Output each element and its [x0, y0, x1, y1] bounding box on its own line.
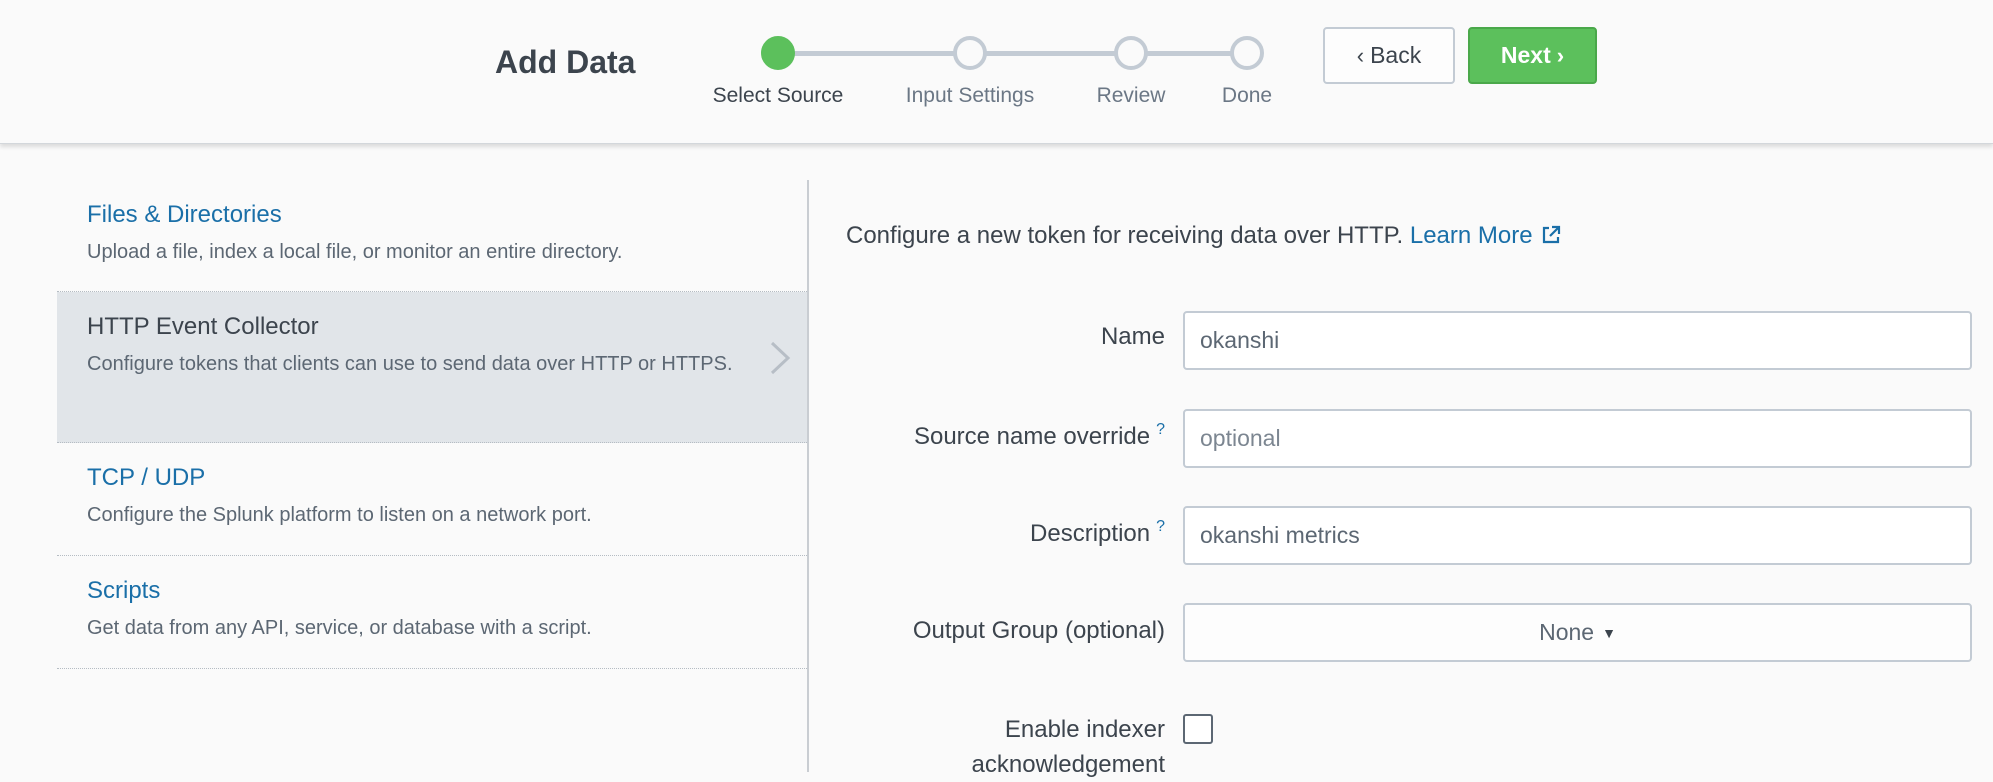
- caret-down-icon: ▼: [1602, 624, 1616, 641]
- source-item-title[interactable]: TCP / UDP: [87, 464, 205, 492]
- next-button[interactable]: Next ›: [1468, 27, 1597, 84]
- step-label-done: Done: [1221, 84, 1273, 107]
- back-button[interactable]: ‹ Back: [1323, 27, 1455, 84]
- intro-text: Configure a new token for receiving data…: [846, 222, 1561, 252]
- progress-track: [775, 51, 1247, 56]
- learn-more-label: Learn More: [1409, 222, 1533, 249]
- source-item-files-directories[interactable]: Files & Directories Upload a file, index…: [57, 180, 807, 292]
- back-button-label: Back: [1370, 42, 1422, 68]
- chevron-right-icon-svg: [770, 341, 791, 375]
- step-dot-review: [1114, 36, 1148, 70]
- source-name-override-input[interactable]: [1183, 409, 1972, 468]
- external-link-icon: [1541, 224, 1561, 252]
- source-item-description: Configure the Splunk platform to listen …: [87, 504, 592, 526]
- source-item-title[interactable]: HTTP Event Collector: [87, 313, 319, 341]
- output-group-select[interactable]: None ▼: [1183, 603, 1972, 662]
- indexer-ack-label-line1: Enable indexer: [1004, 716, 1165, 743]
- output-group-label: Output Group (optional): [912, 617, 1165, 644]
- name-label: Name: [1100, 323, 1165, 350]
- intro-description: Configure a new token for receiving data…: [846, 222, 1404, 249]
- source-item-http-event-collector[interactable]: HTTP Event Collector Configure tokens th…: [57, 292, 807, 443]
- source-item-description: Get data from any API, service, or datab…: [87, 617, 592, 639]
- learn-more-link[interactable]: Learn More: [1410, 222, 1561, 249]
- chevron-right-icon: ›: [1556, 42, 1565, 68]
- source-name-override-label-text: Source name override: [913, 423, 1151, 450]
- step-dot-input-settings: [953, 36, 987, 70]
- page-title: Add Data: [495, 44, 636, 80]
- step-label-input-settings: Input Settings: [905, 84, 1035, 107]
- source-list: Files & Directories Upload a file, index…: [57, 180, 809, 772]
- name-input[interactable]: [1183, 311, 1972, 370]
- description-label: Description?: [1030, 518, 1165, 548]
- source-item-title[interactable]: Scripts: [87, 577, 160, 605]
- page-header: Add Data Select Source Input Settings Re…: [0, 0, 1993, 144]
- step-dot-done: [1230, 36, 1264, 70]
- indexer-ack-label-line2: acknowledgement: [971, 751, 1165, 778]
- description-label-text: Description: [1030, 520, 1151, 547]
- step-dot-select-source: [761, 36, 795, 70]
- chevron-right-icon: [769, 340, 791, 386]
- step-label-review: Review: [1096, 84, 1166, 107]
- help-icon[interactable]: ?: [1156, 421, 1165, 438]
- help-icon[interactable]: ?: [1156, 518, 1165, 535]
- next-button-label: Next: [1500, 42, 1551, 68]
- indexer-ack-checkbox[interactable]: [1183, 714, 1213, 744]
- source-item-description: Configure tokens that clients can use to…: [87, 353, 733, 375]
- source-item-tcp-udp[interactable]: TCP / UDP Configure the Splunk platform …: [57, 443, 807, 556]
- source-item-description: Upload a file, index a local file, or mo…: [87, 241, 623, 263]
- step-label-select-source: Select Source: [712, 84, 844, 107]
- description-input[interactable]: [1183, 506, 1972, 565]
- output-group-value: None: [1539, 619, 1595, 645]
- source-item-title[interactable]: Files & Directories: [87, 201, 282, 229]
- source-name-override-label: Source name override?: [914, 421, 1165, 451]
- chevron-left-icon: ‹: [1356, 42, 1365, 68]
- source-item-scripts[interactable]: Scripts Get data from any API, service, …: [57, 556, 807, 669]
